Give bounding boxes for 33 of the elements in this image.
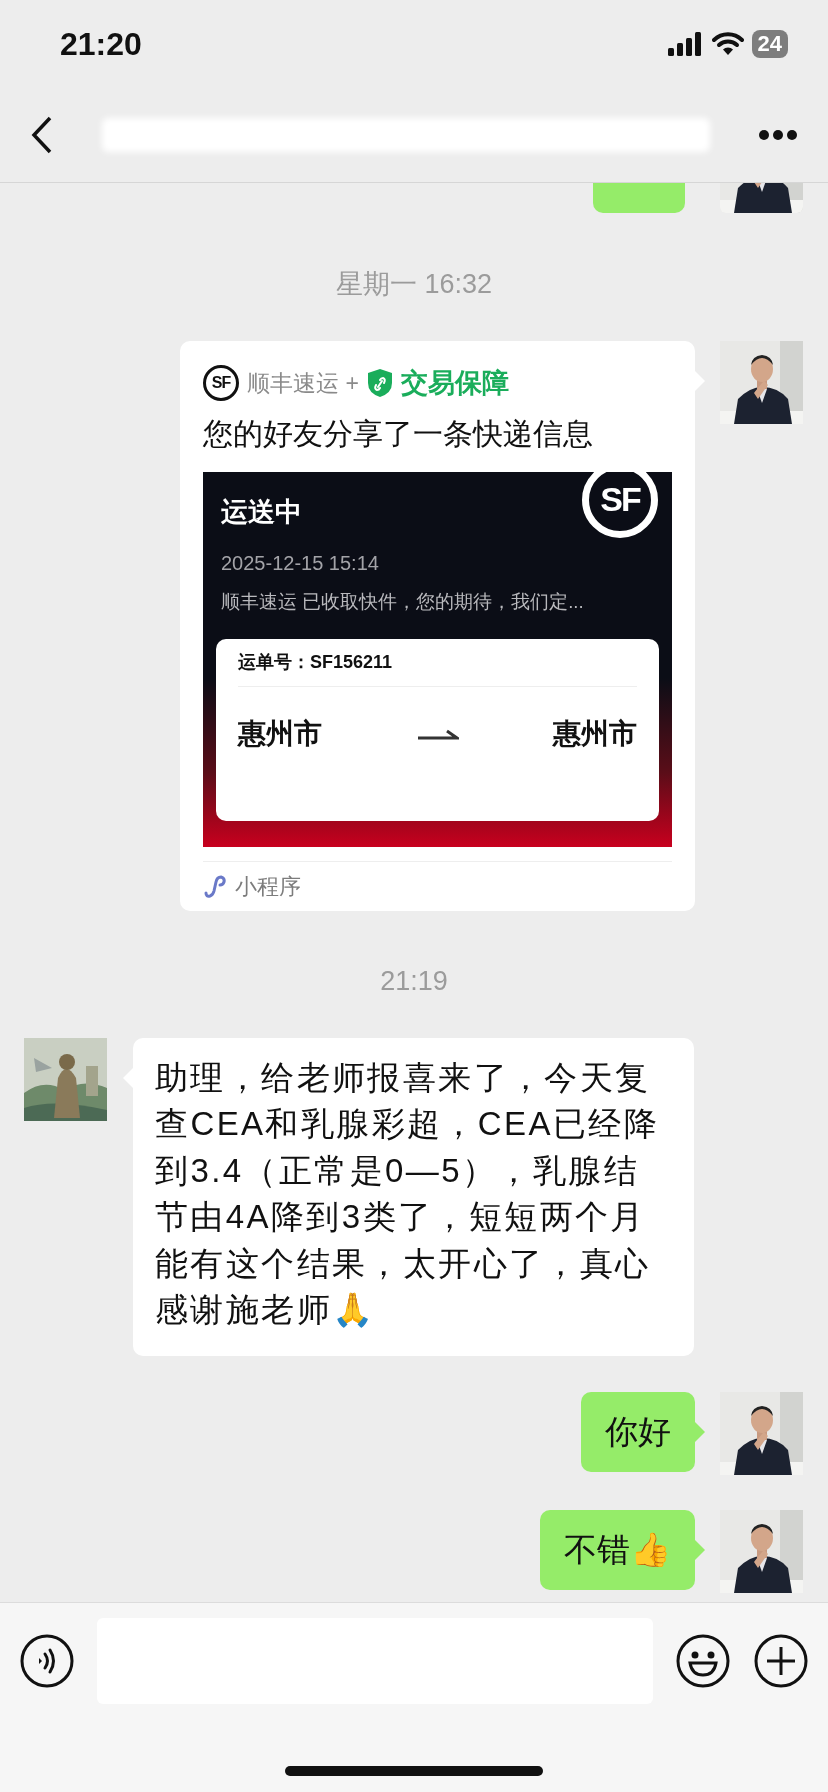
mini-program-icon bbox=[203, 874, 227, 898]
plus-icon bbox=[754, 1634, 808, 1688]
destination-city: 惠州市 bbox=[553, 717, 637, 752]
waybill-number: 运单号：SF156211 bbox=[238, 651, 393, 675]
smiley-icon bbox=[676, 1634, 730, 1688]
date-time: 2025-12-15 15:14 bbox=[220, 550, 380, 576]
app-logo: SF bbox=[203, 365, 239, 402]
app-name: 顺丰速运 + bbox=[247, 369, 359, 398]
message-text: 助理，给老师报喜来了，今天复查CEA和乳腺彩超，CEA已经降到3.4（正常是0—5），乳腺结节由4A降到3类了，短短两个月能有这个结果，太开心了，真心感谢施老师🙏 bbox=[155, 1058, 660, 1328]
tracking-summary: 顺丰速运 已收取快件，您的期待，我们定... bbox=[220, 589, 585, 614]
brand-logo: SF bbox=[582, 471, 658, 538]
clock-time: 21:20 bbox=[60, 25, 142, 64]
battery-indicator: 24 bbox=[751, 30, 788, 58]
wifi-icon bbox=[711, 32, 744, 56]
message-text: 不错👍 bbox=[564, 1530, 671, 1568]
timestamp: 21:19 bbox=[379, 964, 449, 998]
emoji-button[interactable] bbox=[676, 1634, 730, 1688]
card-title: 您的好友分享了一条快递信息 bbox=[203, 415, 594, 452]
signal-icon bbox=[667, 32, 704, 56]
timestamp: 星期一 16:32 bbox=[334, 268, 494, 301]
back-button[interactable] bbox=[30, 115, 54, 155]
add-button[interactable] bbox=[754, 1634, 808, 1688]
message-text: 你好 bbox=[605, 1412, 671, 1450]
back-icon bbox=[30, 115, 54, 155]
origin-city: 惠州市 bbox=[238, 717, 322, 752]
shield-icon bbox=[366, 368, 393, 399]
guarantee-label: 交易保障 bbox=[400, 367, 509, 400]
status-text: 运送中 bbox=[220, 495, 302, 529]
voice-button[interactable] bbox=[20, 1634, 74, 1688]
more-button[interactable] bbox=[758, 129, 798, 141]
voice-icon bbox=[20, 1634, 74, 1688]
mini-program-label: 小程序 bbox=[235, 872, 301, 901]
more-icon bbox=[758, 129, 798, 141]
